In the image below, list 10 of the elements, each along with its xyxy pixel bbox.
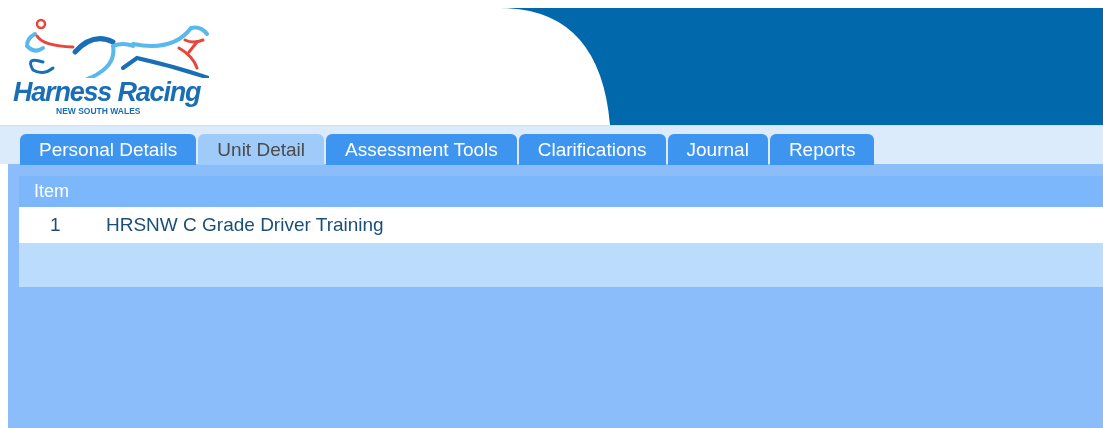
tab[interactable]: Journal: [667, 134, 768, 165]
tab[interactable]: Unit Detail: [198, 134, 324, 165]
tab[interactable]: Personal Details: [20, 134, 197, 165]
tab[interactable]: Assessment Tools: [326, 134, 517, 165]
table-cell-text: 1: [49, 214, 62, 236]
column-header: Item: [34, 181, 69, 202]
tab[interactable]: Clarifications: [518, 134, 666, 165]
logo-subtitle: NEW SOUTH WALES: [56, 106, 141, 116]
tab[interactable]: Reports: [769, 134, 875, 165]
table-cell: HRSNW C Grade Driver Training: [106, 214, 384, 236]
